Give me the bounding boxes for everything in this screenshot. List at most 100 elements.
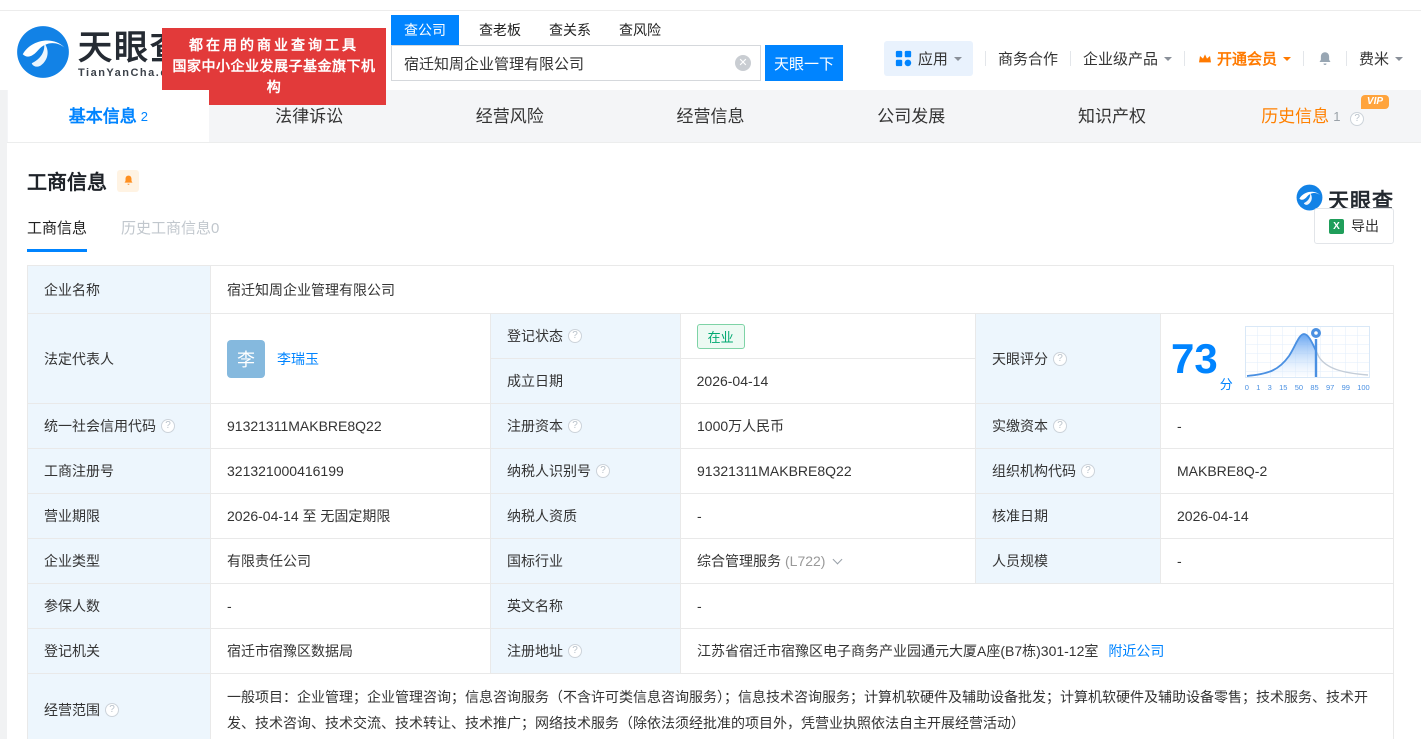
cooperation-link[interactable]: 商务合作 bbox=[998, 48, 1058, 69]
legal-rep-avatar[interactable]: 李 bbox=[227, 339, 265, 378]
monitor-bell-button[interactable] bbox=[117, 169, 139, 192]
legal-rep-label: 法定代表人 bbox=[28, 314, 211, 403]
tab-development[interactable]: 公司发展 bbox=[811, 90, 1012, 142]
help-icon[interactable]: ? bbox=[1053, 419, 1067, 433]
subtab-current-business-info[interactable]: 工商信息 bbox=[27, 217, 88, 252]
paid-capital-value: - bbox=[1177, 418, 1182, 434]
company-name-value: 宿迁知周企业管理有限公司 bbox=[227, 281, 395, 298]
insured-count-label: 参保人数 bbox=[28, 584, 211, 628]
credit-code-label: 统一社会信用代码? bbox=[28, 404, 211, 448]
vip-upgrade-menu[interactable]: 开通会员 bbox=[1197, 48, 1291, 69]
org-code-label: 组织机构代码? bbox=[976, 449, 1161, 493]
help-icon[interactable]: ? bbox=[568, 644, 582, 658]
reg-number-label: 工商注册号 bbox=[28, 449, 211, 493]
score-number: 73 bbox=[1171, 334, 1218, 382]
search-tab-company[interactable]: 查公司 bbox=[391, 15, 459, 45]
taxpayer-id-value: 91321311MAKBRE8Q22 bbox=[681, 449, 976, 493]
help-icon[interactable]: ? bbox=[105, 703, 119, 717]
crown-icon bbox=[1198, 53, 1211, 62]
reg-capital-value: 1000万人民币 bbox=[681, 404, 976, 448]
business-info-section: 天眼查 工商信息 工商信息 历史工商信息0 X 导出 企业名称 宿迁知周企业管理… bbox=[0, 166, 1421, 739]
chevron-down-icon[interactable] bbox=[833, 554, 843, 564]
table-row: 法定代表人 李 李瑞玉 登记状态? 在业 成立日期 2026-04-14 天眼评… bbox=[28, 314, 1393, 404]
business-scope-value: 一般项目：企业管理；企业管理咨询；信息咨询服务（不含许可类信息咨询服务）；信息技… bbox=[227, 689, 1368, 731]
notifications-button[interactable] bbox=[1316, 50, 1334, 68]
tab-legal[interactable]: 法律诉讼 bbox=[209, 90, 410, 142]
help-icon[interactable]: ? bbox=[1053, 351, 1067, 366]
industry-label: 国标行业 bbox=[491, 539, 681, 583]
table-row: 企业名称 宿迁知周企业管理有限公司 bbox=[28, 266, 1393, 314]
business-term-value: 2026-04-14 至 无固定期限 bbox=[211, 494, 491, 538]
business-scope-label: 经营范围? bbox=[28, 674, 211, 739]
table-row: 登记机关 宿迁市宿豫区数据局 注册地址? 江苏省宿迁市宿豫区电子商务产业园通元大… bbox=[28, 629, 1393, 674]
legal-rep-value: 李 李瑞玉 bbox=[211, 314, 491, 403]
subtab-row: 工商信息 历史工商信息0 X 导出 bbox=[27, 208, 1394, 252]
help-icon[interactable]: ? bbox=[568, 329, 582, 343]
bell-icon bbox=[124, 175, 132, 185]
top-strip bbox=[0, 0, 1421, 11]
apps-menu-button[interactable]: 应用 bbox=[883, 41, 973, 76]
search-tab-risk[interactable]: 查风险 bbox=[619, 15, 661, 45]
taxpayer-qual-value: - bbox=[681, 494, 976, 538]
taxpayer-qual-label: 纳税人资质 bbox=[491, 494, 681, 538]
tab-risk[interactable]: 经营风险 bbox=[409, 90, 610, 142]
subtab-history-business-info[interactable]: 历史工商信息0 bbox=[121, 217, 219, 252]
nearby-companies-link[interactable]: 附近公司 bbox=[1108, 641, 1164, 661]
search-button[interactable]: 天眼一下 bbox=[765, 45, 843, 81]
table-row: 统一社会信用代码? 91321311MAKBRE8Q22 注册资本? 1000万… bbox=[28, 404, 1393, 449]
help-icon[interactable]: ? bbox=[596, 464, 610, 478]
tab-ip[interactable]: 知识产权 bbox=[1012, 90, 1213, 142]
help-icon[interactable]: ? bbox=[568, 419, 582, 433]
export-button[interactable]: X 导出 bbox=[1314, 208, 1394, 244]
staff-size-label: 人员规模 bbox=[976, 539, 1161, 583]
paid-capital-label: 实缴资本? bbox=[976, 404, 1161, 448]
apps-grid-icon bbox=[895, 50, 912, 67]
tab-basic-label: 基本信息 bbox=[68, 107, 137, 126]
tab-legal-label: 法律诉讼 bbox=[275, 107, 344, 126]
table-row: 工商注册号 321321000416199 纳税人识别号? 91321311MA… bbox=[28, 449, 1393, 494]
est-date-label: 成立日期 bbox=[491, 359, 681, 403]
clear-search-icon[interactable]: ✕ bbox=[735, 55, 751, 71]
tab-ip-label: 知识产权 bbox=[1077, 107, 1146, 126]
vip-label: 开通会员 bbox=[1216, 51, 1277, 68]
tab-operation-label: 经营信息 bbox=[676, 107, 745, 126]
tab-operation[interactable]: 经营信息 bbox=[610, 90, 811, 142]
approval-date-label: 核准日期 bbox=[976, 494, 1161, 538]
username: 费米 bbox=[1358, 51, 1389, 68]
search-tab-boss[interactable]: 查老板 bbox=[479, 15, 521, 45]
section-title: 工商信息 bbox=[27, 172, 107, 194]
reg-address-label: 注册地址? bbox=[491, 629, 681, 673]
apps-label: 应用 bbox=[917, 51, 948, 68]
industry-name: 综合管理服务 bbox=[697, 553, 781, 569]
reg-status-label-text: 登记状态 bbox=[507, 328, 563, 344]
help-icon[interactable]: ? bbox=[1081, 464, 1095, 478]
help-icon[interactable]: ? bbox=[1350, 112, 1365, 126]
tab-basic-count: 2 bbox=[140, 109, 148, 124]
site-header: 天眼查 TianYanCha.com 都在用的商业查询工具 国家中小企业发展子基… bbox=[0, 11, 1421, 105]
reg-authority-value: 宿迁市宿豫区数据局 bbox=[211, 629, 491, 673]
search-tabs: 查公司 查老板 查关系 查风险 bbox=[391, 15, 843, 45]
user-menu[interactable]: 费米 bbox=[1359, 48, 1403, 69]
score-unit: 分 bbox=[1219, 377, 1233, 392]
legal-rep-name-link[interactable]: 李瑞玉 bbox=[277, 349, 319, 369]
search-input[interactable] bbox=[391, 45, 761, 81]
tab-basic-info[interactable]: 基本信息 2 bbox=[8, 90, 209, 142]
staff-size-value: - bbox=[1177, 553, 1182, 569]
score-distribution-chart: 0 1 3 15 50 85 97 99 100 bbox=[1244, 325, 1370, 392]
help-icon[interactable]: ? bbox=[161, 419, 175, 433]
chevron-down-icon bbox=[953, 56, 962, 65]
enterprise-menu[interactable]: 企业级产品 bbox=[1083, 48, 1172, 69]
tab-history[interactable]: VIP 历史信息 1 ? bbox=[1212, 90, 1413, 142]
industry-value[interactable]: 综合管理服务 (L722) bbox=[681, 539, 976, 583]
status-badge: 在业 bbox=[696, 323, 745, 349]
header-nav: 应用 商务合作 企业级产品 开通会员 费米 bbox=[883, 41, 1403, 76]
promo-line1: 都在用的商业查询工具 bbox=[189, 37, 359, 53]
company-type-value: 有限责任公司 bbox=[211, 539, 491, 583]
nav-divider bbox=[1069, 51, 1071, 66]
reg-address-value: 江苏省宿迁市宿豫区电子商务产业园通元大厦A座(B7栋)301-12室 附近公司 bbox=[681, 629, 1393, 673]
tab-history-label: 历史信息 bbox=[1261, 107, 1330, 126]
search-tab-relation[interactable]: 查关系 bbox=[549, 15, 591, 45]
chevron-down-icon bbox=[1282, 56, 1291, 65]
nav-divider bbox=[1345, 51, 1347, 66]
credit-code-value: 91321311MAKBRE8Q22 bbox=[211, 404, 491, 448]
